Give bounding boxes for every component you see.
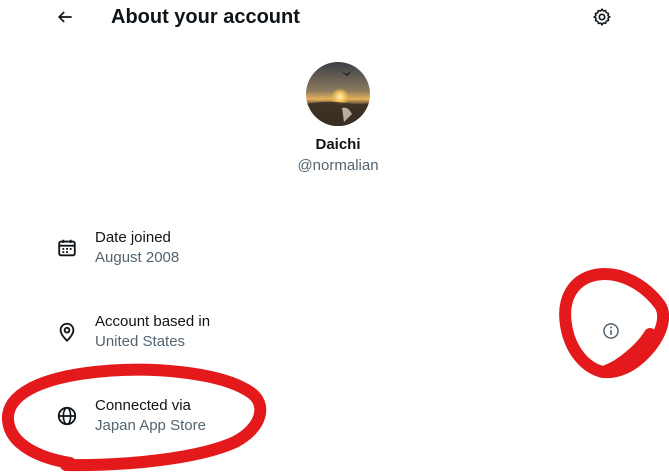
- back-button[interactable]: [53, 5, 77, 29]
- settings-button[interactable]: [590, 5, 614, 29]
- date-joined-label: Date joined: [95, 229, 171, 246]
- account-based-in-value: United States: [95, 333, 186, 350]
- arrow-left-icon: [57, 11, 72, 23]
- account-based-in-label: Account based in: [95, 313, 211, 330]
- page-title: About your account: [111, 6, 300, 28]
- location-pin-icon: [55, 320, 79, 344]
- header-bar: About your account: [0, 0, 669, 36]
- info-circle-icon: [603, 323, 619, 339]
- calendar-icon: [55, 236, 79, 260]
- avatar-sunset-photo: [306, 62, 370, 126]
- gear-icon: [593, 8, 611, 26]
- globe-icon: [55, 404, 79, 428]
- date-joined-row: Date joined August 2008: [0, 228, 669, 288]
- connected-via-label: Connected via: [95, 397, 191, 414]
- account-based-in-row: Account based in United States: [0, 312, 669, 372]
- avatar[interactable]: [306, 62, 370, 126]
- info-button[interactable]: [599, 319, 623, 343]
- connected-via-row: Connected via Japan App Store: [0, 396, 669, 456]
- connected-via-value: Japan App Store: [95, 417, 206, 434]
- date-joined-value: August 2008: [95, 249, 180, 266]
- profile-handle: @normalian: [297, 157, 379, 174]
- profile-name: Daichi: [315, 136, 361, 153]
